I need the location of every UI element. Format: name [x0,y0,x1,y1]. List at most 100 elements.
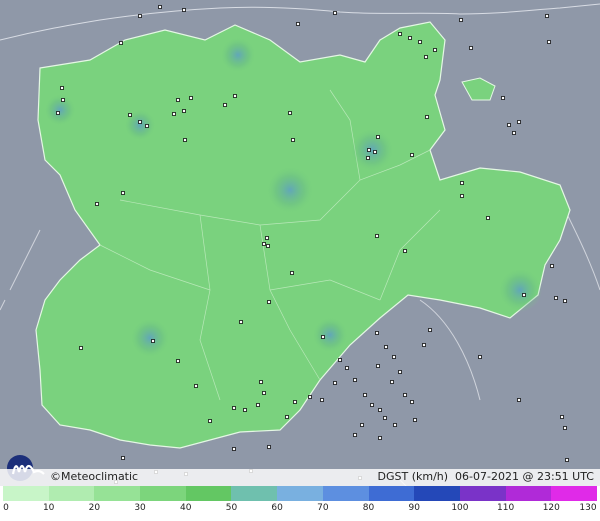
station-marker [138,120,142,124]
station-marker [366,156,370,160]
station-marker [333,11,337,15]
station-marker [550,264,554,268]
station-marker [296,22,300,26]
gust-area [44,94,76,126]
gust-area [130,318,170,358]
station-marker [554,296,558,300]
station-marker [223,103,227,107]
station-marker [262,242,266,246]
scale-segment [414,486,461,501]
scale-tick-label: 50 [225,503,238,513]
scale-tick-label: 10 [42,503,55,513]
station-marker [392,355,396,359]
station-marker [460,194,464,198]
station-marker [176,359,180,363]
station-marker [176,98,180,102]
station-marker [61,98,65,102]
at-label: @ [522,470,534,483]
station-marker [384,345,388,349]
station-marker [182,109,186,113]
weather-map [0,0,600,521]
station-marker [194,384,198,388]
station-marker [293,400,297,404]
station-marker [486,216,490,220]
station-marker [232,406,236,410]
station-marker [370,403,374,407]
station-marker [547,40,551,44]
scale-segment [185,486,232,501]
date-label: 06-07-2021 [455,470,519,483]
station-marker [267,445,271,449]
scale-segment [459,486,507,501]
station-marker [262,391,266,395]
scale-tick-label: 70 [317,503,329,513]
station-marker [259,380,263,384]
station-marker [172,112,176,116]
station-marker [79,346,83,350]
station-marker [378,436,382,440]
station-marker [563,299,567,303]
station-marker [265,236,269,240]
station-marker [563,426,567,430]
station-marker [128,113,132,117]
station-marker [403,249,407,253]
station-marker [333,381,337,385]
station-marker [512,131,516,135]
station-marker [288,111,292,115]
scale-tick-label: 110 [497,503,515,513]
scale-tick-label: 30 [134,503,146,513]
gust-area [498,268,542,312]
station-marker [422,343,426,347]
station-marker [285,415,289,419]
credit-bar: ©Meteoclimatic DGST (km/h) 06-07-2021 @ … [0,469,600,486]
station-marker [182,8,186,12]
scale-tick-label: 130 [579,503,597,513]
station-marker [119,41,123,45]
station-marker [239,320,243,324]
scale-tick-label: 40 [180,503,192,513]
product-label: DGST (km/h) 06-07-2021 @ 23:51 UTC [378,470,595,483]
scale-segment [94,486,141,501]
variable-label: DGST (km/h) [377,470,449,483]
station-marker [145,124,149,128]
station-marker [390,380,394,384]
station-marker [367,148,371,152]
scale-segment [231,486,278,501]
scale-segment [505,486,552,501]
station-marker [121,191,125,195]
station-marker [158,5,162,9]
gust-area [312,317,348,353]
gust-area [266,166,314,214]
station-marker [376,135,380,139]
station-marker [138,14,142,18]
station-marker [373,150,377,154]
station-marker [383,416,387,420]
station-marker [375,234,379,238]
station-marker [56,111,60,115]
scale-segment [551,486,598,501]
scale-segment [277,486,324,501]
station-marker [183,138,187,142]
scale-segment [48,486,95,501]
station-marker [517,120,521,124]
station-marker [413,418,417,422]
station-marker [189,96,193,100]
scale-segment [322,486,370,501]
station-marker [353,433,357,437]
scale-tick-label: 120 [542,503,560,513]
scale-segment [3,486,50,501]
scale-tick-label: 80 [362,503,375,513]
scale-tick-label: 100 [451,503,469,513]
station-marker [433,48,437,52]
station-marker [517,398,521,402]
scale-tick-label: 0 [3,503,9,513]
station-marker [95,202,99,206]
scale-segment [368,486,415,501]
station-marker [545,14,549,18]
station-marker [267,300,271,304]
station-marker [60,86,64,90]
station-marker [291,138,295,142]
station-marker [425,115,429,119]
color-scale: 0 10 20 30 40 50 60 70 80 90 100 110 120 130 [0,486,600,521]
station-marker [360,423,364,427]
